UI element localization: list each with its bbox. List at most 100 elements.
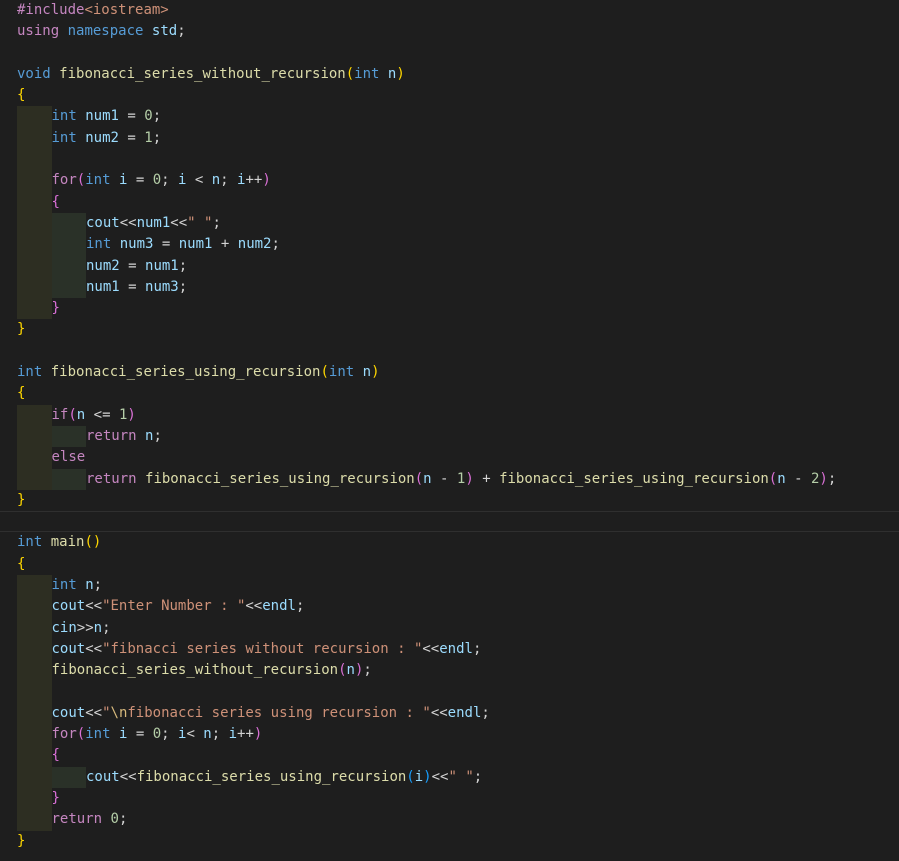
code-token: } [17,321,26,338]
code-token: 0 [110,811,119,828]
code-token: < [186,172,212,189]
code-line[interactable]: cout<<"\nfibonacci series using recursio… [0,702,899,725]
code-line[interactable]: else [0,447,899,469]
code-line[interactable]: num2 = num1; [0,255,899,277]
code-token: ( [76,172,86,189]
code-line[interactable]: fibonacci_series_without_recursion(n); [0,660,899,682]
code-line[interactable]: } [0,787,899,810]
code-line[interactable]: num1 = num3; [0,276,899,299]
code-line[interactable]: int num2 = 1; [0,127,899,150]
code-line[interactable]: return 0; [0,809,899,831]
code-line[interactable]: return n; [0,425,899,448]
code-token: "fibnacci series without recursion : " [102,640,423,657]
code-token: << [119,768,137,785]
code-line[interactable] [0,43,899,64]
code-line[interactable] [0,681,899,703]
code-token: ( [768,470,778,487]
code-token: - [431,470,457,487]
code-line[interactable]: using namespace std; [0,21,899,42]
code-line[interactable]: } [0,490,899,511]
code-token: ( [68,406,77,423]
code-token: { [17,87,26,104]
code-line[interactable]: cout<<num1<<" "; [0,212,899,235]
code-token: num2 [86,257,120,274]
code-line[interactable]: { [0,554,899,575]
code-line[interactable]: int n; [0,575,899,597]
code-token: num1 [178,236,213,253]
code-token: ; [152,108,162,125]
code-line[interactable]: int main() [0,532,899,553]
code-token: return [86,427,137,444]
code-line[interactable]: } [0,298,899,320]
code-token: () [84,534,102,551]
code-token: = [119,257,146,274]
code-line[interactable] [0,149,899,171]
indent-guide [17,404,52,426]
code-token: namespace [67,23,144,40]
code-token: else [51,449,86,466]
code-line[interactable]: cout<<"Enter Number : "<<endl; [0,596,899,618]
code-line[interactable] [0,341,899,362]
code-token: fibonacci_series_using_recursion [499,470,769,487]
code-token: num3 [119,236,154,253]
code-token: = [118,108,145,125]
code-line[interactable]: if(n <= 1) [0,404,899,426]
indent-guide [17,298,52,320]
code-token: num3 [145,278,179,295]
code-line[interactable]: int num1 = 0; [0,106,899,128]
code-line[interactable]: { [0,383,899,404]
code-token: = [127,172,153,189]
indent-guide [51,234,86,256]
code-token: int [85,172,111,189]
code-token: ; [212,214,221,231]
code-line[interactable]: int num3 = num1 + num2; [0,234,899,256]
code-line[interactable]: } [0,831,899,852]
code-token: ; [178,257,188,274]
code-token: "Enter Number : " [102,598,246,615]
code-token: ++ [245,172,263,189]
code-token: ( [406,768,415,785]
code-line[interactable]: { [0,191,899,213]
code-token: fibonacci_series_using_recursion [145,470,415,487]
indent-guide [17,617,52,639]
code-token: } [51,789,60,806]
code-token: i [414,768,424,785]
code-token: for [51,172,77,189]
indent-guide [51,425,86,448]
code-token: = [153,236,179,253]
indent-guide [17,787,52,810]
code-line[interactable]: return fibonacci_series_using_recursion(… [0,468,899,490]
code-editor[interactable]: #include<iostream> using namespace std; vo… [0,0,899,861]
code-token: << [422,640,440,657]
code-token: endl [447,704,482,721]
code-token: n [346,662,355,679]
code-token: fibonacci_series_without_recursion [59,65,346,82]
code-line[interactable]: cout<<fibonacci_series_using_recursion(i… [0,766,899,788]
code-line[interactable]: for(int i = 0; i< n; i++) [0,724,899,746]
code-line[interactable]: #include<iostream> [0,0,899,21]
code-line[interactable]: void fibonacci_series_without_recursion(… [0,64,899,85]
code-line[interactable]: cin>>n; [0,617,899,639]
code-token: ; [473,768,483,785]
code-token: << [85,640,103,657]
code-line[interactable]: for(int i = 0; i < n; i++) [0,170,899,192]
code-token: <= [85,406,119,423]
code-line[interactable]: cout<<"fibnacci series without recursion… [0,638,899,661]
code-token: << [85,598,103,615]
code-line[interactable]: int fibonacci_series_using_recursion(int… [0,362,899,383]
code-token: num1 [85,108,119,125]
code-line[interactable]: } [0,319,899,340]
code-line[interactable]: { [0,745,899,767]
code-token: num2 [237,236,272,253]
indent-guide [17,638,52,661]
code-line[interactable] [0,511,899,533]
indent-guide [17,276,52,299]
code-line[interactable]: { [0,85,899,106]
code-token: ; [472,640,482,657]
code-token: = [119,278,146,295]
